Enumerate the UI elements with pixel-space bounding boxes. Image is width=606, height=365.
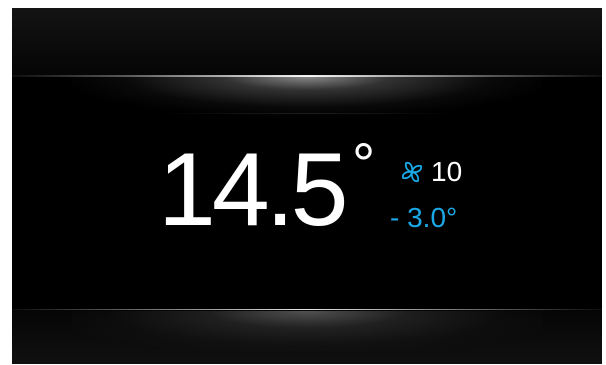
- temperature-offset: - 3.0°: [390, 202, 458, 233]
- bottom-bar-glow: [72, 311, 542, 351]
- divider: [152, 113, 462, 114]
- thermostat-display: 14.5 ° 10 - 3.0°: [12, 8, 602, 364]
- degree-symbol: °: [352, 132, 376, 197]
- current-temperature: 14.5: [158, 132, 348, 248]
- fan-icon: [401, 161, 423, 183]
- top-bar[interactable]: [12, 8, 602, 76]
- top-bar-glow: [72, 76, 542, 116]
- fan-speed-value: 10: [431, 156, 463, 187]
